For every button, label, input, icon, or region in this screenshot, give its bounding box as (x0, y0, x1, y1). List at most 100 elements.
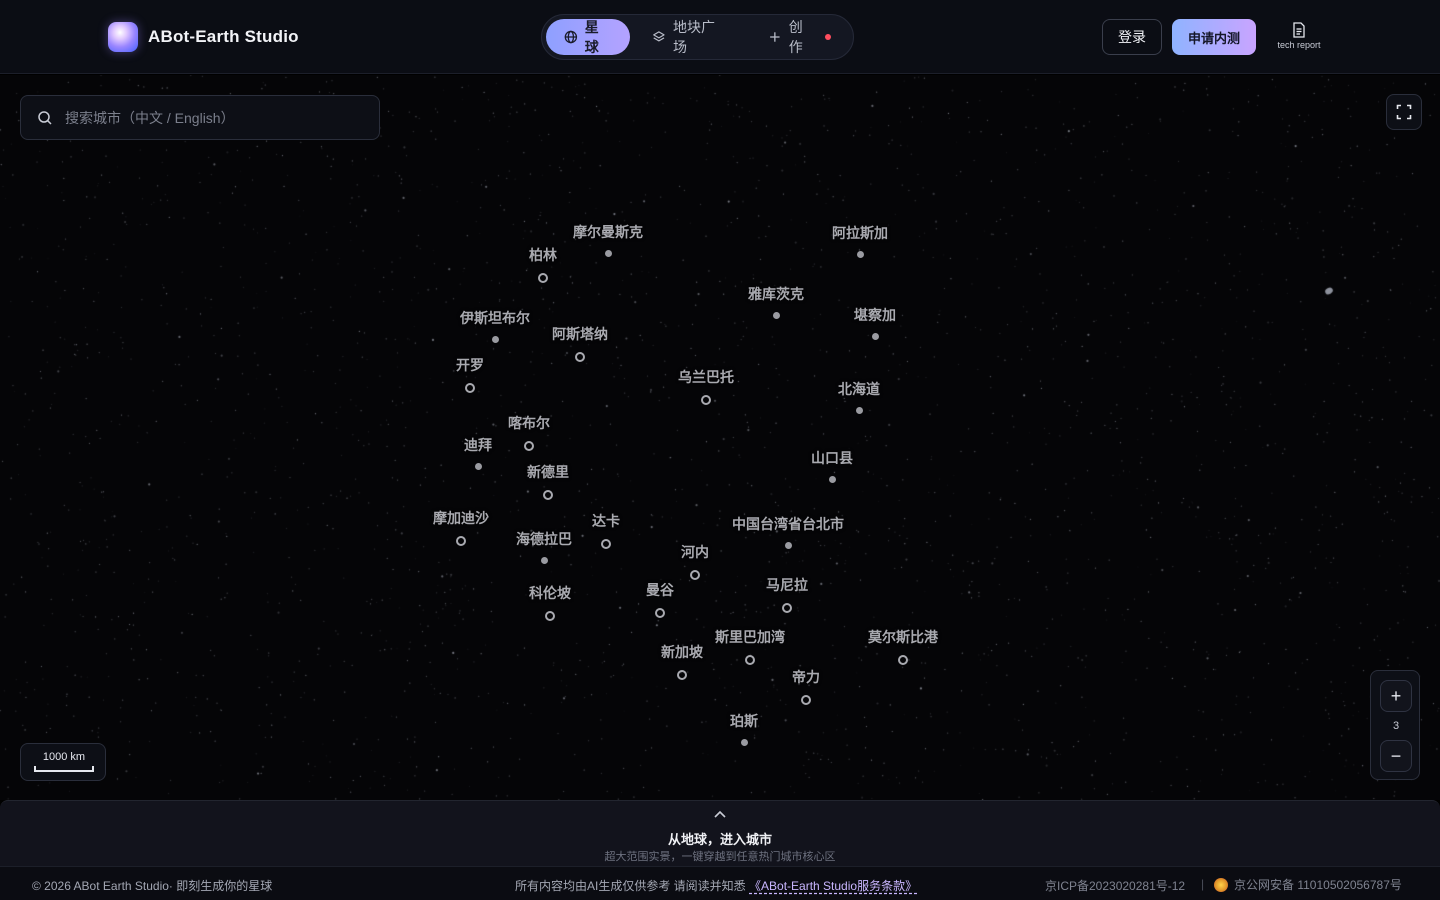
city-dot-marker (772, 312, 780, 319)
chevron-up-icon[interactable] (712, 809, 728, 819)
ai-notice: 所有内容均由AI生成仅供参考 请阅读并知悉 《ABot-Earth Studio… (515, 877, 917, 894)
city-label: 阿拉斯加 (832, 225, 888, 241)
city-label: 迪拜 (464, 437, 492, 453)
city-dot-marker (855, 407, 863, 414)
city-ring-marker (655, 608, 665, 618)
city-marker[interactable]: 喀布尔 (508, 413, 550, 451)
city-ring-marker (677, 670, 687, 680)
city-dot-marker (784, 542, 792, 549)
globe-map[interactable]: 摩尔曼斯克 阿拉斯加柏林雅库茨克伊斯坦布尔 堪察加阿斯塔纳开罗 乌兰巴托 北海道喀布尔迪… (0, 75, 1440, 800)
city-label: 科伦坡 (529, 585, 571, 601)
city-marker[interactable]: 山口县 (811, 448, 853, 483)
city-ring-marker (701, 395, 711, 405)
city-label: 北海道 (838, 381, 880, 397)
tab-planet[interactable]: 星球 (546, 19, 631, 55)
police-record-link[interactable]: 京公网安备 11010502056787号 (1214, 876, 1402, 893)
icp-link[interactable]: 京ICP备2023020281号-12 (1045, 877, 1185, 894)
city-marker[interactable]: 珀斯 (730, 711, 758, 746)
city-ring-marker (543, 490, 553, 500)
promo-subtitle: 超大范围实景，一键穿越到任意热门城市核心区 (604, 851, 836, 863)
city-label: 海德拉巴 (516, 531, 572, 547)
city-marker[interactable]: 新加坡 (661, 642, 703, 680)
city-label: 摩加迪沙 (433, 510, 489, 526)
fullscreen-button[interactable] (1386, 94, 1422, 130)
city-marker[interactable]: 帝力 (792, 667, 820, 705)
police-record-text: 京公网安备 11010502056787号 (1234, 878, 1402, 892)
city-ring-marker (601, 539, 611, 549)
city-label: 喀布尔 (508, 415, 550, 431)
city-marker[interactable]: 阿拉斯加 (832, 223, 888, 258)
city-marker[interactable]: 乌兰巴托 (678, 367, 734, 405)
city-marker[interactable]: 曼谷 (646, 580, 674, 618)
city-marker[interactable]: 柏林 (529, 245, 557, 283)
city-marker[interactable]: 摩尔曼斯克 (573, 222, 643, 257)
city-dot-marker (604, 250, 612, 257)
city-label: 新加坡 (661, 644, 703, 660)
tab-create-label: 创作 (788, 19, 803, 55)
city-label: 新德里 (527, 464, 569, 480)
city-marker[interactable]: 迪拜 (464, 435, 492, 470)
login-button[interactable]: 登录 (1102, 19, 1162, 55)
tab-plaza[interactable]: 地块广场 (634, 19, 746, 55)
city-label: 雅库茨克 (748, 286, 804, 302)
city-marker[interactable]: 中国台湾省台北市 (732, 514, 844, 549)
city-dot-marker (856, 251, 864, 258)
city-label: 马尼拉 (766, 577, 808, 593)
city-ring-marker (524, 441, 534, 451)
city-marker[interactable]: 摩加迪沙 (433, 508, 489, 546)
city-marker[interactable]: 开罗 (456, 355, 484, 393)
city-ring-marker (801, 695, 811, 705)
footer-separator: | (1201, 877, 1205, 891)
city-marker[interactable]: 北海道 (838, 379, 880, 414)
plus-icon (770, 32, 780, 42)
zoom-in-button[interactable]: + (1380, 680, 1412, 712)
city-label: 伊斯坦布尔 (460, 310, 530, 326)
terms-link[interactable]: 《ABot-Earth Studio服务条款》 (749, 879, 917, 893)
city-marker[interactable]: 堪察加 (854, 305, 896, 340)
city-label: 帝力 (792, 669, 820, 685)
copyright-text: © 2026 ABot Earth Studio· 即刻生成你的星球 (32, 879, 273, 893)
city-ring-marker (545, 611, 555, 621)
tech-report-link[interactable]: tech report (1272, 22, 1326, 50)
city-dot-marker (740, 739, 748, 746)
city-marker[interactable]: 海德拉巴 (516, 529, 572, 564)
new-badge-dot (825, 34, 831, 40)
city-marker[interactable]: 阿斯塔纳 (552, 324, 608, 362)
city-label: 中国台湾省台北市 (732, 516, 844, 532)
city-marker[interactable]: 雅库茨克 (748, 284, 804, 319)
city-ring-marker (745, 655, 755, 665)
starfield-background (0, 75, 1440, 800)
zoom-control: + 3 − (1370, 670, 1420, 780)
scale-indicator: 1000 km (20, 743, 106, 781)
city-ring-marker (538, 273, 548, 283)
scale-label: 1000 km (42, 751, 86, 763)
brand-name: ABot-Earth Studio (148, 27, 299, 46)
tab-planet-label: 星球 (584, 19, 599, 55)
city-marker[interactable]: 斯里巴加湾 (715, 627, 785, 665)
city-dot-marker (540, 557, 548, 564)
promo-panel[interactable]: 从地球，进入城市 超大范围实景，一键穿越到任意热门城市核心区 (0, 800, 1440, 866)
city-label: 柏林 (529, 247, 557, 263)
tab-plaza-label: 地块广场 (672, 19, 715, 55)
city-ring-marker (782, 603, 792, 613)
brand[interactable]: ABot-Earth Studio (108, 22, 299, 52)
city-marker[interactable]: 新德里 (527, 462, 569, 500)
city-marker[interactable]: 莫尔斯比港 (868, 627, 938, 665)
city-label: 山口县 (811, 450, 853, 466)
city-marker[interactable]: 河内 (681, 542, 709, 580)
city-label: 曼谷 (646, 582, 674, 598)
city-search (20, 95, 380, 140)
city-ring-marker (690, 570, 700, 580)
zoom-out-button[interactable]: − (1380, 740, 1412, 772)
city-marker[interactable]: 达卡 (592, 511, 620, 549)
city-marker[interactable]: 科伦坡 (529, 583, 571, 621)
city-marker[interactable]: 伊斯坦布尔 (460, 308, 530, 343)
fullscreen-icon (1396, 104, 1412, 120)
city-label: 莫尔斯比港 (868, 629, 938, 645)
tab-create[interactable]: 创作 (750, 19, 849, 55)
city-search-input[interactable] (65, 109, 365, 126)
city-marker[interactable]: 马尼拉 (766, 575, 808, 613)
apply-beta-button[interactable]: 申请内测 (1172, 19, 1256, 55)
search-icon (38, 110, 52, 125)
city-label: 河内 (681, 544, 709, 560)
